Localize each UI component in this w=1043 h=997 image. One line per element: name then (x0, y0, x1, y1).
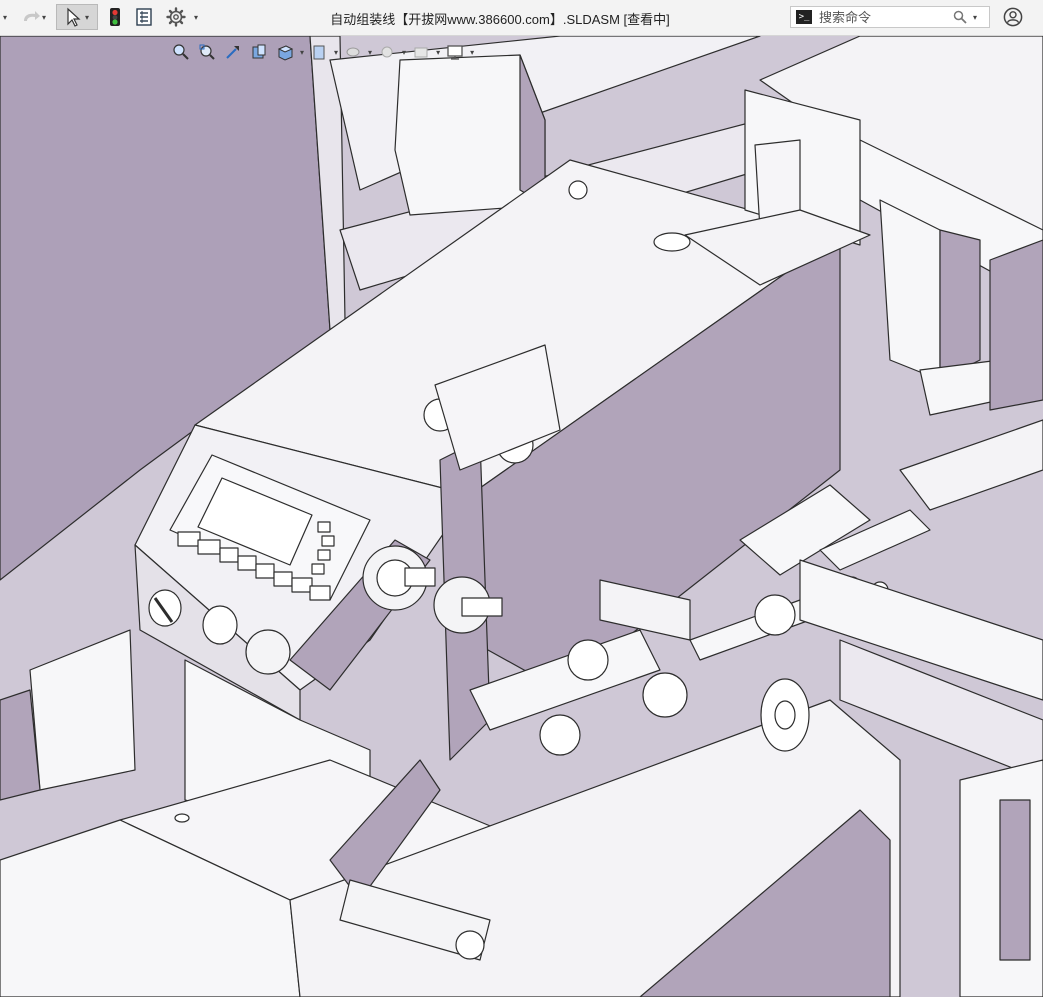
hide-show-icon[interactable] (342, 41, 364, 63)
traffic-light-icon (110, 8, 120, 26)
hide-show-dropdown-icon[interactable]: ▾ (368, 48, 372, 57)
button-knob[interactable] (202, 605, 238, 645)
select-dropdown-icon[interactable]: ▾ (85, 13, 89, 22)
display-style-icon[interactable] (308, 41, 330, 63)
redo-button[interactable]: ▾ (16, 4, 50, 30)
gantry-column-side (939, 229, 981, 381)
keypad-key[interactable] (309, 585, 331, 601)
redo-icon (23, 11, 40, 21)
redo-dropdown-icon[interactable]: ▾ (42, 13, 46, 22)
keypad-key[interactable] (255, 563, 275, 579)
pivot-shaft (404, 567, 436, 587)
gear-icon (166, 7, 186, 27)
keypad-key[interactable] (291, 577, 313, 593)
keypad-key[interactable] (219, 547, 239, 563)
keypad-key[interactable] (197, 539, 221, 555)
file-properties-icon (136, 8, 152, 26)
select-button[interactable]: ▾ (56, 4, 98, 30)
right-frame-slot (999, 799, 1031, 961)
base-hole (174, 813, 190, 823)
keypad-key[interactable] (273, 571, 293, 587)
view-settings-icon[interactable] (444, 41, 466, 63)
view-orientation-dropdown-icon[interactable]: ▾ (300, 48, 304, 57)
section-view-icon[interactable] (248, 41, 270, 63)
search-input[interactable] (817, 8, 951, 26)
user-button[interactable] (1000, 4, 1026, 30)
keypad-key[interactable] (317, 521, 331, 533)
heads-up-view-toolbar: ▾ ▾ ▾ ▾ ▾ ▾ (170, 40, 474, 64)
selector-knob[interactable] (148, 589, 182, 627)
right-panel (989, 239, 1043, 411)
rebuild-button[interactable] (104, 4, 126, 30)
top-hole (653, 232, 691, 252)
view-orientation-icon[interactable] (274, 41, 296, 63)
previous-view-icon[interactable] (222, 41, 244, 63)
command-prompt-icon: >_ (796, 10, 812, 24)
search-dropdown-icon[interactable]: ▾ (973, 13, 977, 22)
keypad-key[interactable] (311, 563, 325, 575)
search-icon[interactable] (953, 10, 967, 24)
dancer-shaft (461, 597, 503, 617)
view-settings-dropdown-icon[interactable]: ▾ (470, 48, 474, 57)
zoom-area-icon[interactable] (196, 41, 218, 63)
title-bar: ▾ ▾ ▾ ▾ 自动组装线【开拔网www.386600.com】.SLDASM … (0, 0, 1043, 36)
options-dropdown-icon[interactable]: ▾ (194, 13, 198, 22)
apply-scene-dropdown-icon[interactable]: ▾ (436, 48, 440, 57)
zoom-to-fit-icon[interactable] (170, 41, 192, 63)
display-style-dropdown-icon[interactable]: ▾ (334, 48, 338, 57)
graphics-viewport[interactable]: ▾ ▾ ▾ ▾ ▾ ▾ (0, 36, 1043, 997)
mushroom-knob[interactable] (245, 629, 291, 675)
edit-appearance-dropdown-icon[interactable]: ▾ (402, 48, 406, 57)
keypad-key[interactable] (317, 549, 331, 561)
apply-scene-icon[interactable] (410, 41, 432, 63)
peel-roller-end (455, 930, 485, 960)
solidworks-window: ▾ ▾ ▾ ▾ 自动组装线【开拔网www.386600.com】.SLDASM … (0, 0, 1043, 997)
top-bolt (568, 180, 588, 200)
user-icon (1003, 7, 1023, 27)
keypad-key[interactable] (321, 535, 335, 547)
window-title: 自动组装线【开拔网www.386600.com】.SLDASM [查看中] (330, 12, 670, 27)
gantry-column (879, 199, 941, 381)
search-box[interactable]: >_ ▾ (790, 6, 990, 28)
keypad-key[interactable] (237, 555, 257, 571)
file-properties-button[interactable] (132, 4, 156, 30)
edit-appearance-icon[interactable] (376, 41, 398, 63)
undo-button[interactable]: ▾ (0, 4, 10, 30)
undo-dropdown-icon[interactable]: ▾ (3, 13, 7, 22)
keypad-key[interactable] (177, 531, 201, 547)
options-button[interactable]: ▾ (160, 4, 204, 30)
assembly-model[interactable] (0, 36, 1043, 997)
select-arrow-icon (67, 7, 81, 27)
